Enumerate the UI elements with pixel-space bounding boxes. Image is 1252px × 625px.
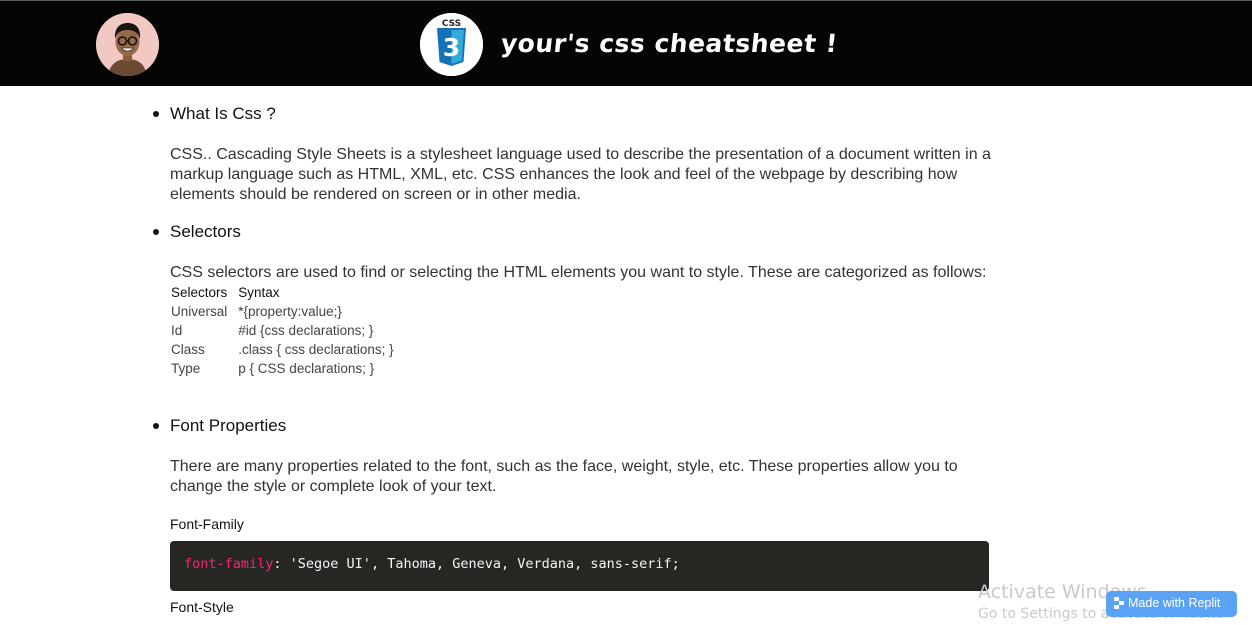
replit-badge-label: Made with Replit xyxy=(1128,596,1221,610)
code-property: font-family xyxy=(184,556,274,572)
table-cell: Universal xyxy=(171,304,228,319)
main-content: What Is Css ? CSS.. Cascading Style Shee… xyxy=(152,103,1002,615)
table-cell: *{property:value;} xyxy=(238,304,342,319)
section-heading: Selectors xyxy=(152,221,1002,243)
site-title: your's css cheatsheet ! xyxy=(499,29,840,58)
section-what-is-css: What Is Css ? CSS.. Cascading Style Shee… xyxy=(152,103,1002,221)
subsection-title-font-family: Font-Family xyxy=(170,516,244,532)
replit-icon xyxy=(1114,597,1124,609)
selectors-table: Selectors Syntax Universal *{property:va… xyxy=(170,283,404,378)
table-row: Universal *{property:value;} xyxy=(170,302,404,321)
table-header: Selectors xyxy=(171,285,228,300)
table-row: Type p { CSS declarations; } xyxy=(170,359,404,378)
avatar-icon[interactable] xyxy=(96,13,159,76)
svg-text:3: 3 xyxy=(443,33,460,62)
section-paragraph: CSS selectors are used to find or select… xyxy=(170,264,987,281)
css3-logo-icon: CSS 3 xyxy=(420,13,483,76)
section-selectors: Selectors CSS selectors are used to find… xyxy=(152,221,1002,415)
table-header: Syntax xyxy=(238,285,280,300)
section-heading: Font Properties xyxy=(152,415,1002,437)
table-cell: Id xyxy=(171,323,183,338)
made-with-replit-button[interactable]: Made with Replit xyxy=(1106,591,1237,617)
table-cell: #id {css declarations; } xyxy=(238,323,374,338)
table-row: Id #id {css declarations; } xyxy=(170,321,404,340)
table-cell: Class xyxy=(171,342,205,357)
section-heading: What Is Css ? xyxy=(152,103,1002,125)
code-block: font-family: 'Segoe UI', Tahoma, Geneva,… xyxy=(170,541,989,591)
section-font-properties: Font Properties There are many propertie… xyxy=(152,415,1002,615)
bullet-icon xyxy=(153,423,159,429)
svg-text:CSS: CSS xyxy=(442,19,461,29)
table-header-row: Selectors Syntax xyxy=(170,283,404,302)
bullet-icon xyxy=(153,111,159,117)
table-cell: .class { css declarations; } xyxy=(238,342,394,357)
table-row: Class .class { css declarations; } xyxy=(170,340,404,359)
section-paragraph: There are many properties related to the… xyxy=(170,458,958,495)
subsection-title-font-style: Font-Style xyxy=(170,599,234,615)
table-cell: Type xyxy=(171,361,201,376)
bullet-icon xyxy=(153,229,159,235)
code-value: : 'Segoe UI', Tahoma, Geneva, Verdana, s… xyxy=(273,556,680,572)
header-bar: CSS 3 your's css cheatsheet ! xyxy=(0,0,1252,86)
section-paragraph: CSS.. Cascading Style Sheets is a styles… xyxy=(170,146,991,203)
table-cell: p { CSS declarations; } xyxy=(238,361,375,376)
